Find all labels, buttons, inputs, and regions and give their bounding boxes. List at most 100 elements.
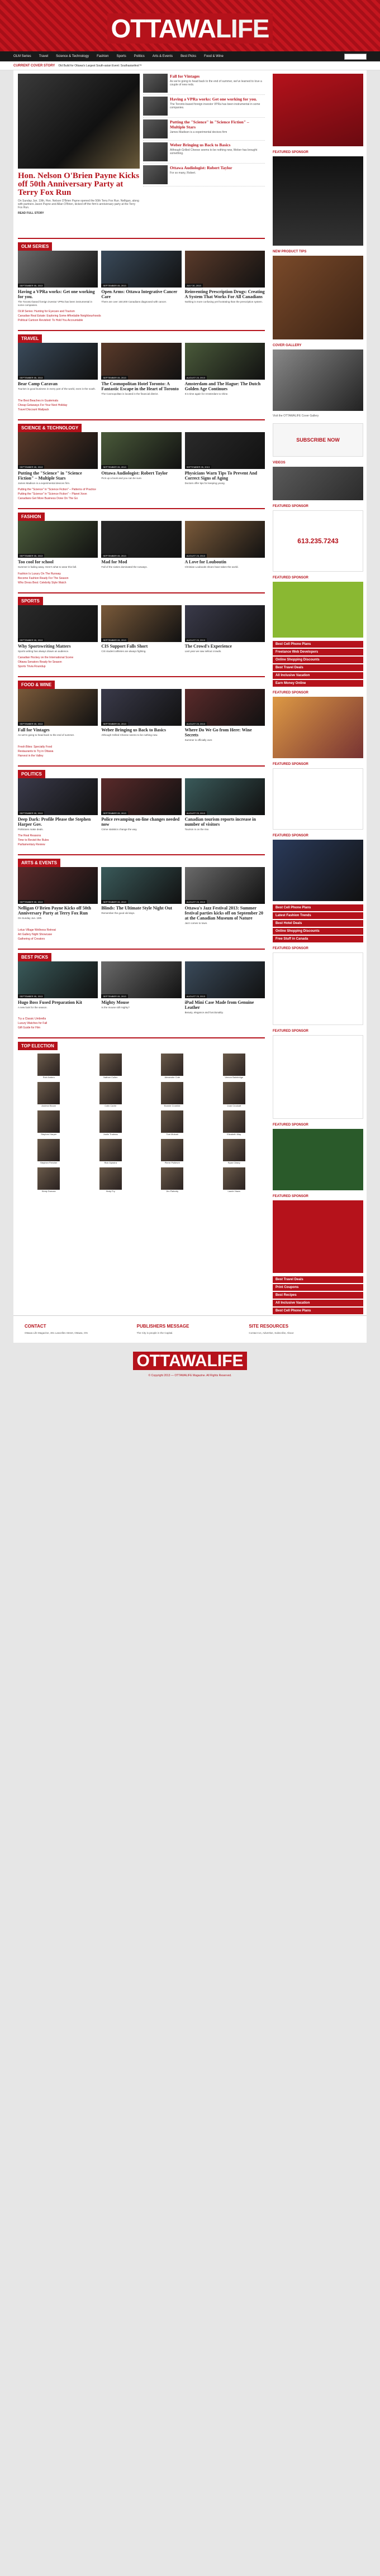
best-list-item[interactable]: Best Cell Phone Plans	[273, 1308, 363, 1314]
article-card[interactable]: SEPTEMBER 05, 2013 The Cosmopolitan Hotel…	[101, 343, 182, 396]
card-title[interactable]: Hugo Boss Fused Preparation Kit	[18, 1000, 98, 1005]
card-image[interactable]: SEPTEMBER 05, 2013	[18, 867, 98, 904]
card-image[interactable]: AUGUST 23, 2013	[184, 867, 265, 904]
list-item[interactable]: Putting the "Science" in "Science Fictio…	[143, 119, 265, 141]
article-card[interactable]: AUGUST 23, 2013 iPad Mini Case Made from …	[184, 961, 265, 1014]
card-title[interactable]: The Cosmopolitan Hotel Toronto: A Fantas…	[101, 381, 181, 391]
article-card[interactable]: AUGUST 23, 2013 The Crowd's Experience Las…	[184, 605, 265, 653]
card-title[interactable]: The Crowd's Experience	[185, 644, 265, 649]
card-image[interactable]: AUGUST 23, 2013	[184, 521, 265, 558]
section-heading[interactable]: POLITICS	[18, 769, 45, 778]
person-photo[interactable]	[161, 1082, 184, 1104]
person-photo[interactable]	[99, 1139, 122, 1161]
person-tile[interactable]: Colin Carrie	[83, 1082, 139, 1107]
best-list-item[interactable]: Free Stuff in Canada	[273, 936, 363, 942]
nav-item[interactable]: Science & Technology	[56, 55, 89, 58]
card-image[interactable]: SEPTEMBER 05, 2013	[101, 867, 182, 904]
person-photo[interactable]	[222, 1082, 245, 1104]
card-title[interactable]: Too cool for school	[18, 559, 98, 564]
person-photo[interactable]	[37, 1054, 60, 1076]
quality-ad[interactable]	[273, 952, 363, 1025]
person-photo[interactable]	[99, 1110, 122, 1133]
section-link[interactable]: Art Gallery Night Showcase	[18, 933, 265, 936]
article-card[interactable]: SEPTEMBER 05, 2013 CIS Support Falls Shor…	[101, 605, 182, 653]
section-link[interactable]: Fresh Bites: Specialty Food	[18, 745, 265, 749]
card-image[interactable]: AUGUST 23, 2013	[184, 778, 265, 815]
list-title[interactable]: Putting the "Science" in "Science Fictio…	[170, 119, 265, 130]
section-link[interactable]: Putting the "Science" in "Science Fictio…	[18, 488, 265, 491]
card-image[interactable]: SEPTEMBER 05, 2013	[101, 343, 182, 380]
person-photo[interactable]	[222, 1110, 245, 1133]
person-tile[interactable]: Rick Dykstra	[83, 1139, 139, 1164]
hotel-ad[interactable]	[273, 840, 363, 901]
article-card[interactable]: SEPTEMBER 05, 2013 Having a VPRa works: G…	[18, 251, 98, 307]
card-image[interactable]: SEPTEMBER 05, 2013	[101, 961, 182, 998]
person-tile[interactable]: Tom Mulcair	[145, 1110, 200, 1136]
cover-gallery-text[interactable]: Visit the OTTAWALIFE Cover Gallery	[273, 414, 363, 418]
nav-item[interactable]: Best Picks	[180, 55, 196, 58]
nav-item[interactable]: Sports	[116, 55, 126, 58]
promo-ad[interactable]	[273, 256, 363, 339]
sidebar-ad[interactable]	[273, 74, 363, 146]
section-link[interactable]: Travel Discount Mailpack	[18, 408, 265, 411]
section-heading[interactable]: FASHION	[18, 513, 45, 521]
section-link[interactable]: Canadians Get More Business Done On The …	[18, 497, 265, 500]
section-link[interactable]: Restaurants to Try in Ottawa	[18, 750, 265, 753]
person-tile[interactable]: Justin Trudeau	[83, 1110, 139, 1136]
article-card[interactable]: JULY 30, 2013 Reinventing Prescription Dr…	[184, 251, 265, 307]
list-item[interactable]: Fall for Vintages As we're going to head …	[143, 74, 265, 95]
article-card[interactable]: SEPTEMBER 05, 2013 Open Arms: Ottawa Inte…	[101, 251, 182, 307]
person-tile[interactable]: Kirsty Duncan	[21, 1167, 77, 1193]
person-tile[interactable]: Rob Anders	[21, 1054, 77, 1079]
best-list-item[interactable]: Online Shopping Discounts	[273, 657, 363, 663]
read-more-link[interactable]: READ FULL STORY	[18, 212, 140, 215]
person-photo[interactable]	[161, 1054, 184, 1076]
section-link[interactable]: Sports Trivia Roundup	[18, 665, 265, 668]
section-heading[interactable]: ARTS & EVENTS	[18, 859, 61, 867]
card-title[interactable]: Ottawa's Jazz Festival 2013: Summer fest…	[185, 906, 265, 921]
list-title[interactable]: Fall for Vintages	[170, 74, 265, 79]
section-link[interactable]: Political Cartoon Revisited: To Hold You…	[18, 319, 265, 322]
person-tile[interactable]: Hedy Fry	[83, 1167, 139, 1193]
best-list-item[interactable]: Best Hotel Deals	[273, 920, 363, 927]
list-item[interactable]: Ottawa Audiologist: Robert Taylor For so …	[143, 165, 265, 186]
section-link[interactable]: The Real Reasons	[18, 834, 265, 837]
card-image[interactable]: SEPTEMBER 05, 2013	[18, 251, 98, 288]
person-tile[interactable]: Vernon Bainbridge	[207, 1054, 262, 1079]
person-tile[interactable]: Joan Crockatt	[207, 1082, 262, 1107]
magazine-cover-ad[interactable]	[273, 156, 363, 246]
speaking-ad[interactable]	[273, 1035, 363, 1119]
ticker-text[interactable]: Old Build for Ottawa's Largest South-asi…	[58, 64, 141, 68]
section-link[interactable]: OLM Series: Hunting for Eyecare and Tour…	[18, 310, 265, 313]
person-photo[interactable]	[222, 1139, 245, 1161]
card-image[interactable]: SEPTEMBER 05, 2013	[18, 432, 98, 469]
card-title[interactable]: Mad for Mod	[101, 559, 181, 564]
card-image[interactable]: JULY 30, 2013	[184, 251, 265, 288]
card-image[interactable]: SEPTEMBER 05, 2013	[18, 343, 98, 380]
article-card[interactable]: SEPTEMBER 05, 2013 Weber Bringing us Back…	[101, 689, 182, 742]
nav-item[interactable]: Arts & Events	[153, 55, 173, 58]
section-link[interactable]: Cheap Getaways For Your Next Holiday	[18, 404, 265, 407]
best-list-item[interactable]: Latest Fashion Trends	[273, 912, 363, 919]
footer-logo[interactable]: OTTAWALIFE	[0, 1343, 380, 1374]
card-image[interactable]: SEPTEMBER 05, 2013	[18, 689, 98, 726]
person-tile[interactable]: Stephen Harper	[21, 1110, 77, 1136]
nav-item[interactable]: Fashion	[97, 55, 108, 58]
list-title[interactable]: Ottawa Audiologist: Robert Taylor	[170, 165, 265, 170]
section-link[interactable]: Time to Revisit the Rules	[18, 839, 265, 842]
list-title[interactable]: Weber Bringing us Back to Basics	[170, 142, 265, 147]
section-heading[interactable]: TRAVEL	[18, 334, 42, 343]
best-list-item[interactable]: Best Travel Deals	[273, 664, 363, 671]
section-link[interactable]: Canadian Real Estate: Exploring Some Aff…	[18, 314, 265, 318]
best-list-item[interactable]: Best Travel Deals	[273, 1276, 363, 1283]
best-list-item[interactable]: Earn Money Online	[273, 680, 363, 687]
section-link[interactable]: Ottawa Senators Ready for Season	[18, 660, 265, 664]
card-title[interactable]: iPad Mini Case Made from Genuine Leather	[185, 1000, 265, 1010]
article-card[interactable]: SEPTEMBER 05, 2013 Blinds: The Ultimate S…	[101, 867, 182, 925]
card-title[interactable]: Blinds: The Ultimate Style Night Out	[101, 906, 181, 911]
section-link[interactable]: Gathering of Creators	[18, 937, 265, 941]
nav-item[interactable]: Food & Wine	[204, 55, 224, 58]
person-photo[interactable]	[99, 1054, 122, 1076]
nav-item[interactable]: Politics	[134, 55, 145, 58]
section-link[interactable]: Try a Classic Umbrella	[18, 1017, 265, 1021]
